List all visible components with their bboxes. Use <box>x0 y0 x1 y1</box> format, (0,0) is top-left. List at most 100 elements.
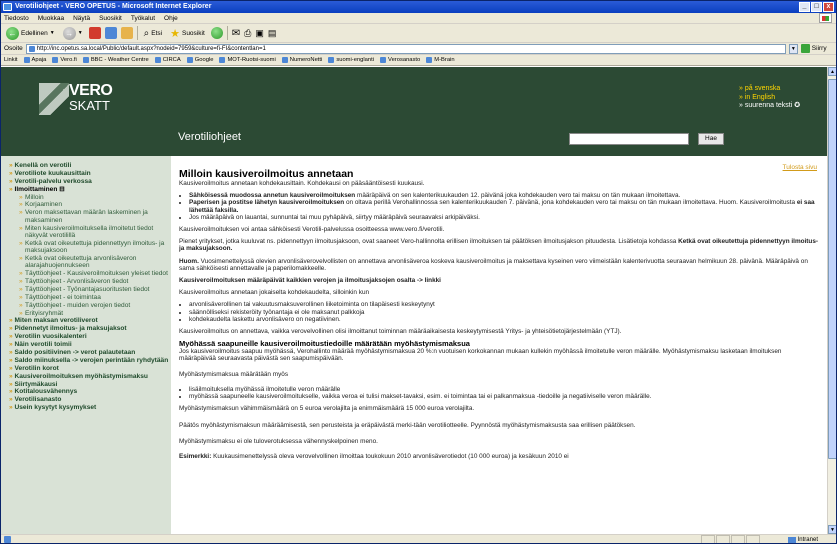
link-label: Google <box>194 57 214 63</box>
sidebar-subitem[interactable]: Täyttöohjeet - ei toimintaa <box>19 294 171 302</box>
link-swedish[interactable]: » på svenska <box>739 85 800 94</box>
sidebar-subitem[interactable]: Täyttöohjeet - Arvonlisäveron tiedot <box>19 278 171 286</box>
address-dropdown-icon[interactable]: ▼ <box>788 43 798 54</box>
discuss-icon[interactable]: ▤ <box>268 28 277 39</box>
sidebar-item[interactable]: Usein kysytyt kysymykset <box>9 404 171 411</box>
site-header: VERO SKATT Verotiliohjeet Hae » på svens… <box>1 67 827 156</box>
small-business-text: Pienet yritykset, jotka kuuluvat ns. pid… <box>179 238 819 252</box>
sidebar-subitem[interactable]: Miten kausiveroilmoituksella ilmoitetut … <box>19 225 171 240</box>
link-google[interactable]: Google <box>186 57 214 63</box>
sidebar-item[interactable]: Näin verotili toimii <box>9 341 171 348</box>
page-icon <box>52 57 59 63</box>
address-input[interactable]: http://inc.opetus.sa.local/Public/defaul… <box>25 43 786 54</box>
back-dropdown-icon: ▼ <box>49 30 55 36</box>
list-item: säännölliseksi rekisteröity työnantaja e… <box>189 309 819 316</box>
scroll-up-icon[interactable]: ▲ <box>828 67 836 76</box>
title-bar: Verotiliohjeet - VERO OPETUS - Microsoft… <box>1 1 836 13</box>
sidebar-subitem[interactable]: Täyttöohjeet - Kausiveroilmoituksen ylei… <box>19 270 171 278</box>
window-title: Verotiliohjeet - VERO OPETUS - Microsoft… <box>15 3 212 10</box>
sidebar-item[interactable]: Kausiveroilmoituksen myöhästymismaksu <box>9 373 171 380</box>
menu-tools[interactable]: Työkalut <box>131 13 155 23</box>
page-icon <box>281 57 288 63</box>
print-icon[interactable]: ⎙ <box>244 28 251 39</box>
main-content: Milloin kausiveroilmoitus annetaan Tulos… <box>179 156 819 534</box>
link-bbc[interactable]: BBC - Weather Centre <box>82 57 149 63</box>
link-suomi-englanti[interactable]: suomi-englanti <box>328 57 374 63</box>
menu-help[interactable]: Ohje <box>164 13 178 23</box>
page-viewport: VERO SKATT Verotiliohjeet Hae » på svens… <box>1 67 827 534</box>
sidebar-item[interactable]: Pidennetyt ilmoitus- ja maksujaksot <box>9 325 171 332</box>
sidebar-item[interactable]: Miten maksan verotiliverot <box>9 317 171 324</box>
list-item: lisäilmoituksella myöhässä ilmoitetulle … <box>189 386 819 393</box>
site-search-button[interactable]: Hae <box>698 133 724 145</box>
sidebar-item[interactable]: Kotitalousvähennys <box>9 388 171 395</box>
page-icon <box>219 57 226 63</box>
link-circa[interactable]: CIRCA <box>154 57 181 63</box>
favorites-button[interactable]: ★ Suosikit <box>168 26 207 41</box>
mail-icon[interactable]: ✉ <box>232 28 240 39</box>
print-page-link[interactable]: Tulosta sivu <box>783 164 817 171</box>
intro-text: Kausiveroilmoitus annetaan kohdekausitta… <box>179 180 425 187</box>
sidebar-item[interactable]: Kenellä on verotili <box>9 162 171 169</box>
list-item: Jos määräpäivä on lauantai, sunnuntai ta… <box>189 214 819 221</box>
scroll-thumb[interactable] <box>828 79 836 459</box>
link-english[interactable]: » in English <box>739 94 800 103</box>
sidebar-item[interactable]: Verotilin korot <box>9 365 171 372</box>
sidebar-subitem[interactable]: Erityisryhmät <box>19 310 171 318</box>
forward-button[interactable]: → ▼ <box>61 26 85 41</box>
sidebar-item[interactable]: Verotiliote kuukausittain <box>9 170 171 177</box>
sidebar-item[interactable]: Ilmoittaminen ⊟ <box>9 186 171 193</box>
sidebar-subitem[interactable]: Korjaaminen <box>19 201 171 209</box>
back-button[interactable]: ← Edellinen ▼ <box>4 26 57 41</box>
window-controls: _ □ x <box>799 2 834 12</box>
page-icon <box>186 57 193 63</box>
sidebar-item[interactable]: Verotilisanasto <box>9 396 171 403</box>
sidebar-item[interactable]: Saldo miinuksella -> verojen perintään r… <box>9 357 171 364</box>
link-numeronetti[interactable]: NumeroNetti <box>281 57 322 63</box>
sidebar-subitem[interactable]: Veron maksettavan määrän laskeminen ja m… <box>19 209 171 224</box>
toolbar-separator <box>226 26 228 40</box>
online-text: Kausiveroilmoituksen voi antaa sähköises… <box>179 226 445 234</box>
status-cells <box>701 535 760 543</box>
page-icon <box>82 57 89 63</box>
sidebar-item[interactable]: Siirtymäkausi <box>9 381 171 388</box>
search-button[interactable]: ⌕ Etsi <box>142 26 164 41</box>
sidebar-item[interactable]: Verotili-palvelu verkossa <box>9 178 171 185</box>
home-icon[interactable] <box>120 27 133 39</box>
refresh-icon[interactable] <box>104 27 117 39</box>
link-verosanasto[interactable]: Verosanasto <box>380 57 420 63</box>
sidebar-subitem[interactable]: Milloin <box>19 194 171 202</box>
list-item: arvonlisäverollinen tai vakuutusmaksuver… <box>189 301 819 308</box>
menu-favorites[interactable]: Suosikit <box>99 13 122 23</box>
sidebar-subitem[interactable]: Ketkä ovat oikeutettuja pidennettyyn ilm… <box>19 240 171 255</box>
sidebar-item[interactable]: Verotilin vuosikalenteri <box>9 333 171 340</box>
link-apaja[interactable]: Apaja <box>23 57 46 63</box>
paragraph-text: Pienet yritykset, jotka kuuluvat ns. pid… <box>179 238 679 246</box>
maximize-button[interactable]: □ <box>811 2 822 12</box>
edit-icon[interactable]: ▣ <box>255 28 264 39</box>
ie-icon <box>3 3 12 11</box>
menu-edit[interactable]: Muokkaa <box>38 13 64 23</box>
minimize-button[interactable]: _ <box>799 2 810 12</box>
vertical-scrollbar[interactable]: ▲ ▼ <box>827 67 836 534</box>
sidebar-subitem[interactable]: Ketkä ovat oikeutettuja arvonlisäveron a… <box>19 255 171 270</box>
link-enlarge-text[interactable]: » suurenna teksti ✪ <box>739 102 800 111</box>
deadlines-link[interactable]: Kausiveroilmoituksen määräpäivät kaikkie… <box>179 277 819 284</box>
sidebar-subitem[interactable]: Täyttöohjeet - Työnantajasuoritusten tie… <box>19 286 171 294</box>
link-mot[interactable]: MOT-Ruotsi-suomi <box>219 57 276 63</box>
close-button[interactable]: x <box>823 2 834 12</box>
sidebar-subitem[interactable]: Täyttöohjeet - muiden verojen tiedot <box>19 302 171 310</box>
menu-view[interactable]: Näytä <box>73 13 90 23</box>
link-vero[interactable]: Vero.fi <box>52 57 77 63</box>
site-search-input[interactable] <box>569 133 689 145</box>
logo-word-skatt: SKATT <box>69 98 110 113</box>
fee-list: lisäilmoituksella myöhässä ilmoitetulle … <box>189 386 819 400</box>
link-m-brain[interactable]: M-Brain <box>426 57 455 63</box>
stop-icon[interactable] <box>88 27 101 39</box>
scroll-down-icon[interactable]: ▼ <box>828 525 836 534</box>
menu-file[interactable]: Tiedosto <box>4 13 29 23</box>
go-button[interactable]: Siirry <box>800 44 827 53</box>
sidebar-item[interactable]: Saldo positiivinen -> verot palautetaan <box>9 349 171 356</box>
vero-skatt-logo[interactable]: VERO SKATT <box>39 81 113 117</box>
history-icon[interactable] <box>210 27 223 39</box>
